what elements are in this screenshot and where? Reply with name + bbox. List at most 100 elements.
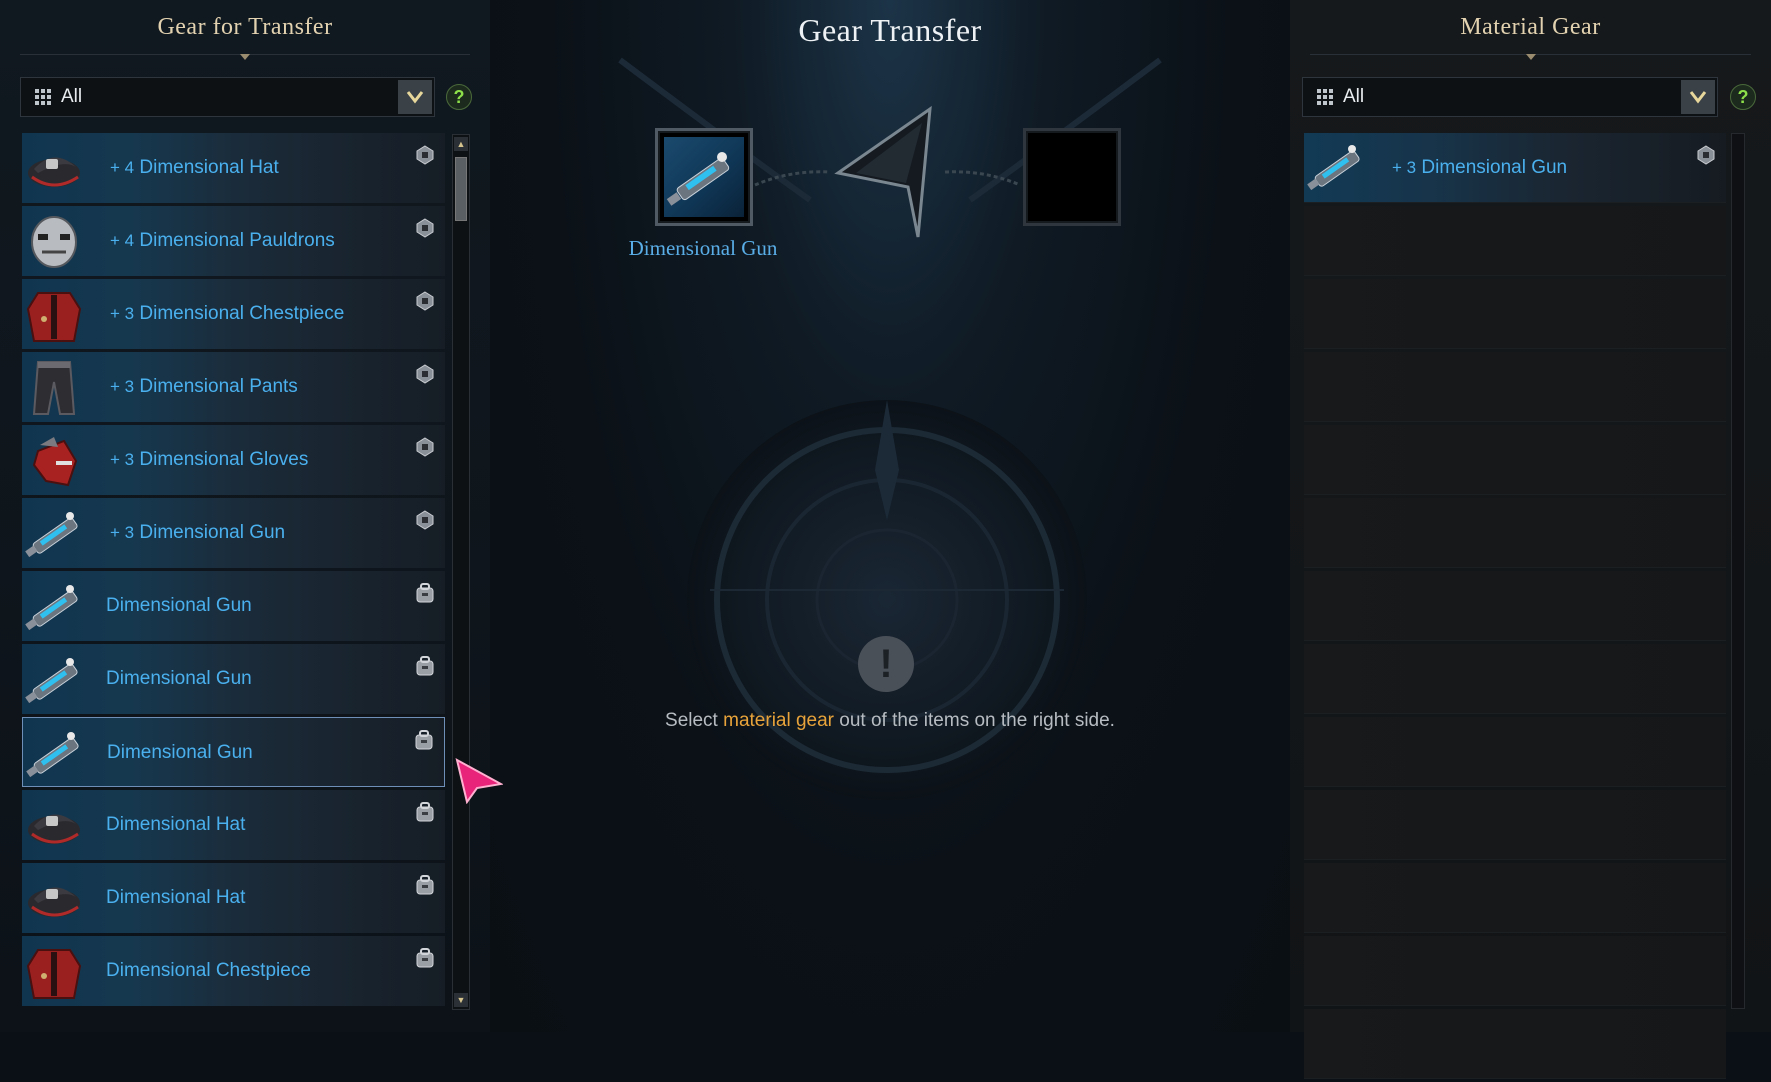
gun-icon bbox=[24, 504, 84, 564]
empty-material-row bbox=[1304, 717, 1726, 787]
scroll-thumb[interactable] bbox=[455, 157, 467, 221]
gear-name: Dimensional Gun bbox=[107, 718, 253, 788]
source-gear-slot[interactable] bbox=[655, 128, 753, 226]
inventory-bag-icon bbox=[415, 802, 435, 822]
mask-icon bbox=[24, 212, 84, 272]
gear-name: Dimensional Chestpiece bbox=[106, 936, 311, 1006]
gun-icon bbox=[24, 650, 84, 710]
equipped-icon bbox=[416, 510, 434, 530]
hat-icon bbox=[24, 796, 84, 856]
equipped-icon bbox=[416, 218, 434, 238]
material-name-text: Dimensional Gun bbox=[1421, 157, 1568, 178]
gear-row[interactable]: + 4 Dimensional Hat bbox=[22, 133, 445, 203]
inventory-bag-icon bbox=[415, 583, 435, 603]
gear-transfer-panel: Gear Transfer Dimensional Gun ! bbox=[490, 0, 1290, 1032]
upgrade-level: + 3 bbox=[110, 523, 135, 542]
scroll-down-icon[interactable]: ▼ bbox=[454, 993, 468, 1007]
left-scrollbar[interactable]: ▲ ▼ bbox=[452, 134, 470, 1010]
material-row[interactable]: + 3 Dimensional Gun bbox=[1304, 133, 1726, 203]
exclamation-icon: ! bbox=[858, 636, 914, 692]
equipped-icon bbox=[415, 437, 435, 457]
material-name: + 3 Dimensional Gun bbox=[1392, 133, 1567, 203]
gear-for-transfer-panel: Gear for Transfer All ? + 4 Dimensional … bbox=[0, 0, 490, 1032]
gear-name-text: Dimensional Gun bbox=[139, 522, 286, 543]
gear-name: Dimensional Hat bbox=[106, 790, 245, 860]
gear-name: + 3 Dimensional Pants bbox=[110, 352, 298, 422]
gear-name: Dimensional Hat bbox=[106, 863, 245, 933]
equipped-icon bbox=[416, 437, 434, 457]
gear-row[interactable]: + 3 Dimensional Gun bbox=[22, 498, 445, 568]
empty-material-row bbox=[1304, 206, 1726, 276]
equipped-icon bbox=[415, 145, 435, 165]
gear-name-text: Dimensional Gloves bbox=[139, 449, 309, 470]
source-gear-name: Dimensional Gun bbox=[628, 236, 778, 260]
left-panel-title: Gear for Transfer bbox=[157, 14, 333, 40]
gear-row[interactable]: + 3 Dimensional Chestpiece bbox=[22, 279, 445, 349]
gear-name: + 3 Dimensional Chestpiece bbox=[110, 279, 344, 349]
hat-icon bbox=[24, 139, 84, 199]
empty-material-row bbox=[1304, 644, 1726, 714]
gear-row[interactable]: Dimensional Hat bbox=[22, 863, 445, 933]
inventory-bag-icon bbox=[416, 875, 434, 895]
gear-row[interactable]: Dimensional Gun bbox=[22, 571, 445, 641]
inventory-bag-icon bbox=[415, 730, 433, 750]
left-filter-label: All bbox=[61, 86, 83, 107]
inventory-bag-icon bbox=[416, 583, 434, 603]
gear-row[interactable]: + 4 Dimensional Pauldrons bbox=[22, 206, 445, 276]
center-panel-title: Gear Transfer bbox=[798, 12, 982, 48]
right-filter-label: All bbox=[1343, 86, 1365, 107]
left-help-icon[interactable]: ? bbox=[446, 84, 472, 110]
gear-row[interactable]: Dimensional Gun bbox=[22, 644, 445, 714]
gear-name-text: Dimensional Pants bbox=[139, 376, 298, 397]
upgrade-level: + 4 bbox=[110, 158, 135, 177]
gear-list: + 4 Dimensional Hat + 4 Dimensional Paul… bbox=[22, 133, 445, 1009]
gear-name: + 3 Dimensional Gloves bbox=[110, 425, 308, 495]
gear-row[interactable]: + 3 Dimensional Pants bbox=[22, 352, 445, 422]
gear-name-text: Dimensional Hat bbox=[139, 157, 279, 178]
equipped-icon bbox=[416, 364, 434, 384]
empty-material-row bbox=[1304, 571, 1726, 641]
upgrade-level: + 4 bbox=[110, 231, 135, 250]
pants-icon bbox=[24, 358, 84, 418]
equipped-icon bbox=[1697, 145, 1715, 165]
chevron-down-icon[interactable] bbox=[1681, 80, 1715, 114]
gear-name: Dimensional Gun bbox=[106, 571, 252, 641]
chevron-down-icon[interactable] bbox=[398, 80, 432, 114]
instruction-message: Select material gear out of the items on… bbox=[665, 710, 1115, 731]
gear-row[interactable]: Dimensional Hat bbox=[22, 790, 445, 860]
equipped-icon bbox=[415, 291, 435, 311]
gloves-icon bbox=[24, 431, 84, 491]
gear-row[interactable]: + 3 Dimensional Gloves bbox=[22, 425, 445, 495]
material-gear-list: + 3 Dimensional Gun bbox=[1304, 133, 1726, 1082]
equipped-icon bbox=[415, 364, 435, 384]
upgrade-level: + 3 bbox=[110, 450, 135, 469]
gear-name: + 4 Dimensional Pauldrons bbox=[110, 206, 335, 276]
right-scrollbar[interactable] bbox=[1731, 133, 1745, 1009]
right-help-icon[interactable]: ? bbox=[1730, 84, 1756, 110]
equipped-icon bbox=[416, 145, 434, 165]
cursor-pointer-icon bbox=[455, 758, 503, 804]
chestpiece-icon bbox=[24, 285, 84, 345]
hat-icon bbox=[24, 869, 84, 929]
target-gear-slot[interactable] bbox=[1023, 128, 1121, 226]
empty-material-row bbox=[1304, 352, 1726, 422]
inventory-bag-icon bbox=[416, 656, 434, 676]
upgrade-level: + 3 bbox=[110, 304, 135, 323]
transfer-arrow-icon bbox=[834, 105, 932, 238]
scroll-up-icon[interactable]: ▲ bbox=[454, 137, 468, 151]
upgrade-level: + 3 bbox=[110, 377, 135, 396]
left-filter-dropdown[interactable]: All bbox=[20, 77, 435, 117]
gear-name-text: Dimensional Chestpiece bbox=[139, 303, 345, 324]
right-filter-dropdown[interactable]: All bbox=[1302, 77, 1718, 117]
inventory-bag-icon bbox=[414, 730, 434, 750]
empty-material-row bbox=[1304, 790, 1726, 860]
gear-name-text: Dimensional Gun bbox=[107, 742, 253, 763]
equipped-icon bbox=[416, 291, 434, 311]
inventory-bag-icon bbox=[416, 802, 434, 822]
gear-row[interactable]: Dimensional Gun bbox=[22, 717, 445, 787]
empty-material-row bbox=[1304, 863, 1726, 933]
gear-row[interactable]: Dimensional Chestpiece bbox=[22, 936, 445, 1006]
equipped-icon bbox=[415, 218, 435, 238]
empty-material-row bbox=[1304, 936, 1726, 1006]
gear-name: + 3 Dimensional Gun bbox=[110, 498, 285, 568]
